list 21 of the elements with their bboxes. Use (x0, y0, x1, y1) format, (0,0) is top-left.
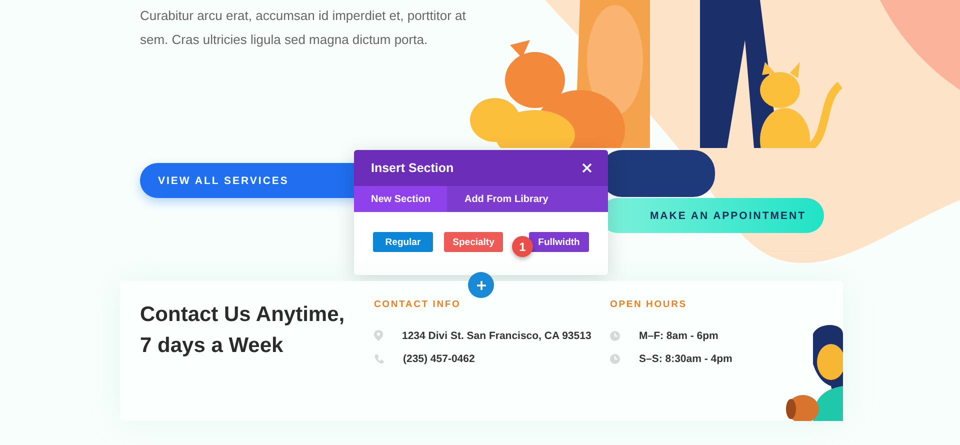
column-title: CONTACT INFO (374, 299, 462, 310)
close-icon[interactable] (582, 163, 592, 173)
contact-detail: S–S: 8:30am - 4pm (639, 352, 732, 364)
phone-icon (374, 354, 384, 364)
column-title: OPEN HOURS (610, 299, 688, 310)
dialog-tab[interactable]: New Section (354, 186, 448, 212)
section-type-button[interactable]: Fullwidth (529, 232, 589, 252)
clock-icon (610, 354, 620, 364)
section-type-button[interactable]: Specialty (444, 232, 504, 252)
step-badge: 1 (512, 236, 533, 257)
dialog-title: Insert Section (371, 161, 454, 175)
dialog-tab[interactable]: Add From Library (447, 186, 566, 212)
location-pin-icon (374, 330, 383, 341)
contact-detail: (235) 457-0462 (403, 352, 475, 364)
contact-detail: 1234 Divi St. San Francisco, CA 93513 (402, 330, 592, 342)
contact-heading: Contact Us Anytime, 7 days a Week (140, 302, 346, 359)
plus-icon (476, 280, 486, 290)
clock-icon (610, 330, 620, 340)
contact-detail: M–F: 8am - 6pm (639, 330, 718, 342)
section-type-button[interactable]: Regular (373, 232, 433, 252)
hero-paragraph: Curabitur arcu erat, accumsan id imperdiet et, porttitor at sem. Cras ultricies ligula sed magna dictum porta. (140, 7, 467, 49)
